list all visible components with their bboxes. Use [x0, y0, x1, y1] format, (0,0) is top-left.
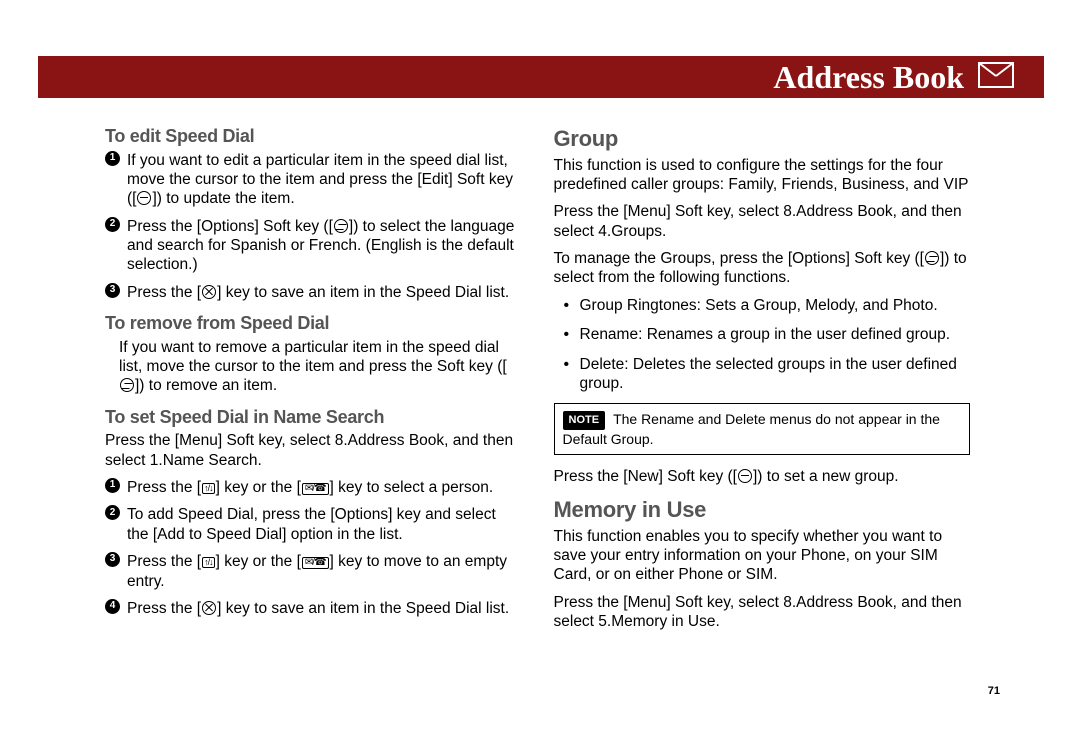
list-item: 1 If you want to edit a particular item … [105, 151, 522, 209]
note-box: NOTEThe Rename and Delete menus do not a… [554, 403, 971, 454]
left-column: To edit Speed Dial 1 If you want to edit… [105, 115, 522, 639]
step-number: 4 [105, 599, 120, 614]
step-number: 3 [105, 552, 120, 567]
step-text: Press the [↑/↓] key or the [✉/☎] key to … [127, 553, 507, 589]
heading-remove-speed-dial: To remove from Speed Dial [105, 312, 522, 335]
list-item: 2 To add Speed Dial, press the [Options]… [105, 505, 522, 544]
step-text: Press the [↑/↓] key or the [✉/☎] key to … [127, 479, 493, 496]
chapter-title: Address Book [773, 59, 964, 96]
step-text: Press the [Options] Soft key ([]) to sel… [127, 218, 514, 274]
softkey-left-icon [137, 191, 151, 205]
softkey-left-icon [738, 469, 752, 483]
content-columns: To edit Speed Dial 1 If you want to edit… [105, 115, 970, 639]
softkey-right-icon [120, 378, 134, 392]
name-search-steps: 1 Press the [↑/↓] key or the [✉/☎] key t… [105, 478, 522, 618]
heading-group: Group [554, 125, 971, 153]
ok-key-icon [202, 601, 216, 615]
step-number: 3 [105, 283, 120, 298]
list-item: Rename: Renames a group in the user defi… [560, 325, 971, 344]
softkey-right-icon [334, 219, 348, 233]
heading-set-speed-dial-name-search: To set Speed Dial in Name Search [105, 406, 522, 429]
mail-phone-key-icon: ✉/☎ [302, 483, 329, 495]
right-column: Group This function is used to configure… [554, 115, 971, 639]
step-number: 1 [105, 478, 120, 493]
heading-edit-speed-dial: To edit Speed Dial [105, 125, 522, 148]
list-item: 4 Press the [] key to save an item in th… [105, 599, 522, 618]
remove-speed-dial-body: If you want to remove a particular item … [119, 338, 522, 396]
chapter-title-row: Address Book [773, 59, 1014, 96]
manual-page: Address Book To edit Speed Dial 1 If you… [0, 0, 1080, 752]
step-number: 1 [105, 151, 120, 166]
step-text: To add Speed Dial, press the [Options] k… [127, 506, 496, 542]
chapter-header-band: Address Book [38, 56, 1044, 98]
memory-body-1: This function enables you to specify whe… [554, 527, 971, 585]
step-text: Press the [] key to save an item in the … [127, 284, 509, 301]
envelope-icon [978, 59, 1014, 96]
note-label: NOTE [563, 411, 606, 429]
step-number: 2 [105, 217, 120, 232]
note-text: The Rename and Delete menus do not appea… [563, 411, 940, 446]
list-item: 1 Press the [↑/↓] key or the [✉/☎] key t… [105, 478, 522, 497]
step-number: 2 [105, 505, 120, 520]
nav-updown-icon: ↑/↓ [202, 557, 215, 568]
page-number: 71 [988, 685, 1000, 697]
list-item: 3 Press the [] key to save an item in th… [105, 283, 522, 302]
ok-key-icon [202, 285, 216, 299]
group-body-2: Press the [Menu] Soft key, select 8.Addr… [554, 202, 971, 241]
list-item: Group Ringtones: Sets a Group, Melody, a… [560, 296, 971, 315]
edit-speed-dial-steps: 1 If you want to edit a particular item … [105, 151, 522, 303]
mail-phone-key-icon: ✉/☎ [302, 557, 329, 569]
nav-updown-icon: ↑/↓ [202, 483, 215, 494]
softkey-right-icon [925, 251, 939, 265]
list-item: Delete: Deletes the selected groups in t… [560, 355, 971, 394]
list-item: 3 Press the [↑/↓] key or the [✉/☎] key t… [105, 552, 522, 591]
name-search-intro: Press the [Menu] Soft key, select 8.Addr… [105, 431, 522, 470]
list-item: 2 Press the [Options] Soft key ([]) to s… [105, 217, 522, 275]
group-body-1: This function is used to configure the s… [554, 156, 971, 195]
heading-memory-in-use: Memory in Use [554, 496, 971, 524]
group-body-3: To manage the Groups, press the [Options… [554, 249, 971, 288]
group-body-4: Press the [New] Soft key ([]) to set a n… [554, 467, 971, 486]
memory-body-2: Press the [Menu] Soft key, select 8.Addr… [554, 593, 971, 632]
step-text: If you want to edit a particular item in… [127, 152, 513, 208]
group-options-list: Group Ringtones: Sets a Group, Melody, a… [554, 296, 971, 394]
step-text: Press the [] key to save an item in the … [127, 600, 509, 617]
